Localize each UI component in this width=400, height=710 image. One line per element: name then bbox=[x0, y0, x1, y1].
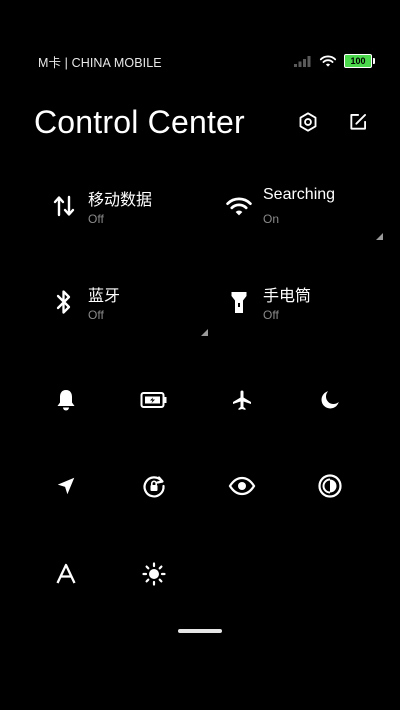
toggle-rotation-lock[interactable] bbox=[132, 466, 176, 506]
toggle-ringer[interactable] bbox=[44, 380, 88, 420]
expand-indicator[interactable] bbox=[376, 233, 383, 240]
wifi-icon bbox=[223, 192, 255, 220]
toggle-reading-mode[interactable] bbox=[220, 466, 264, 506]
tile-state: On bbox=[263, 212, 280, 226]
rotation-lock-icon bbox=[141, 473, 167, 499]
tile-mobile-data[interactable]: 移动数据 Off bbox=[48, 178, 208, 238]
moon-icon bbox=[319, 389, 341, 411]
font-size-icon bbox=[55, 563, 77, 585]
expand-indicator[interactable] bbox=[201, 329, 208, 336]
tile-label: Searching bbox=[263, 186, 336, 203]
location-icon bbox=[55, 475, 77, 497]
bluetooth-icon bbox=[48, 288, 80, 316]
edit-icon bbox=[348, 112, 368, 132]
toggle-location[interactable] bbox=[44, 466, 88, 506]
header-actions bbox=[296, 110, 370, 134]
tile-bluetooth[interactable]: 蓝牙 Off bbox=[48, 274, 208, 336]
home-indicator[interactable] bbox=[178, 629, 222, 633]
cellular-signal-icon bbox=[294, 55, 312, 67]
header: Control Center bbox=[34, 100, 370, 144]
wifi-icon bbox=[319, 54, 337, 68]
tile-label: 蓝牙 bbox=[88, 288, 121, 305]
edit-button[interactable] bbox=[346, 110, 370, 134]
tile-state: Off bbox=[88, 212, 104, 226]
mobile-data-icon bbox=[48, 192, 80, 220]
battery-saver-icon bbox=[140, 391, 168, 409]
settings-button[interactable] bbox=[296, 110, 320, 134]
brightness-icon bbox=[141, 561, 167, 587]
flashlight-icon bbox=[223, 288, 255, 316]
page-title: Control Center bbox=[34, 103, 245, 140]
toggle-dark-mode[interactable] bbox=[308, 380, 352, 420]
settings-icon bbox=[297, 111, 319, 133]
eye-icon bbox=[228, 476, 256, 496]
contrast-icon bbox=[317, 473, 343, 499]
status-icons: 100 bbox=[294, 54, 375, 68]
toggle-font-size[interactable] bbox=[44, 554, 88, 594]
toggle-contrast[interactable] bbox=[308, 466, 352, 506]
tile-state: Off bbox=[88, 308, 104, 322]
tile-flashlight[interactable]: 手电筒 Off bbox=[223, 274, 383, 334]
tile-label: 手电筒 bbox=[263, 288, 312, 305]
toggle-airplane-mode[interactable] bbox=[220, 380, 264, 420]
airplane-icon bbox=[230, 388, 254, 412]
carrier-label: M卡 | CHINA MOBILE bbox=[38, 55, 162, 70]
toggle-battery-saver[interactable] bbox=[132, 380, 176, 420]
toggle-brightness[interactable] bbox=[132, 554, 176, 594]
status-bar: M卡 | CHINA MOBILE 100 bbox=[38, 50, 375, 72]
tile-wifi[interactable]: Searching On bbox=[223, 178, 383, 240]
bell-icon bbox=[55, 388, 77, 412]
tile-state: Off bbox=[263, 308, 279, 322]
battery-indicator: 100 bbox=[344, 54, 375, 68]
tile-label: 移动数据 bbox=[88, 192, 153, 209]
